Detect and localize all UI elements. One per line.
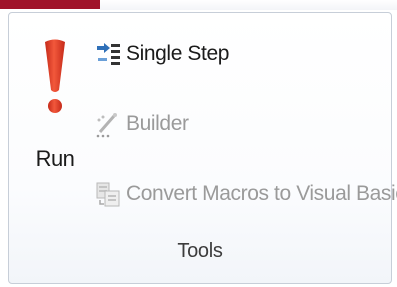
convert-macros-button[interactable]: Convert Macros to Visual Basic	[94, 174, 397, 214]
single-step-button[interactable]: Single Step	[94, 34, 229, 74]
run-button[interactable]: Run	[22, 28, 88, 188]
convert-macros-label: Convert Macros to Visual Basic	[126, 182, 397, 205]
single-step-label: Single Step	[126, 42, 230, 65]
builder-button[interactable]: Builder	[94, 104, 189, 144]
ribbon-top-strip	[100, 0, 397, 10]
exclamation-icon	[45, 39, 65, 113]
single-step-icon	[97, 43, 120, 65]
ribbon-panel: Run Single Step Builder Convert Macros t…	[0, 0, 397, 287]
builder-wand-icon	[96, 113, 117, 138]
group-label: Tools	[177, 240, 223, 262]
builder-label: Builder	[126, 112, 189, 135]
convert-macros-icon	[96, 182, 120, 207]
run-label: Run	[35, 146, 75, 171]
active-tab-accent	[0, 0, 100, 9]
